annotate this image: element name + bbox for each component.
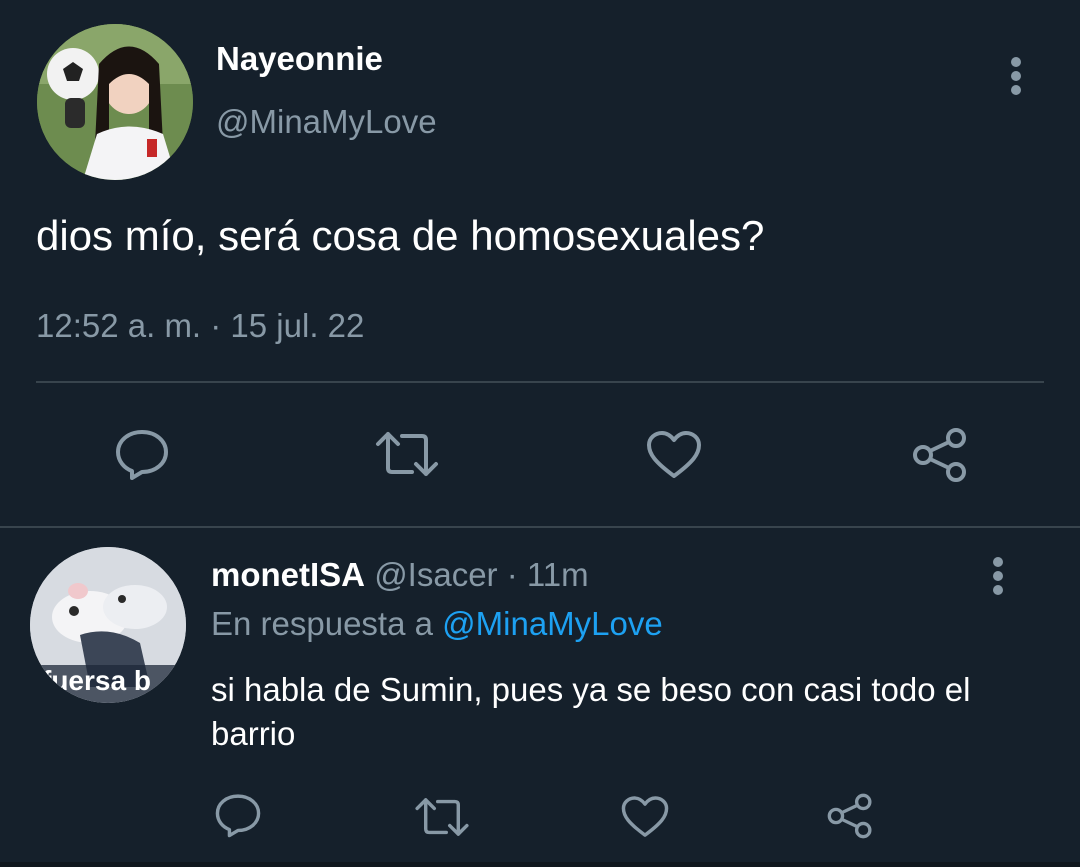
reply-author-display-name[interactable]: monetISA (211, 556, 365, 593)
more-options-icon[interactable] (986, 556, 1010, 601)
avatar-caption: fuersa b (42, 665, 151, 696)
in-reply-to: En respuesta a @MinaMyLove (211, 605, 663, 643)
tweet-text: dios mío, será cosa de homosexuales? (36, 212, 765, 259)
author-display-name[interactable]: Nayeonnie (216, 40, 383, 78)
retweet-icon[interactable] (412, 796, 472, 838)
reply-to-label: En respuesta a (211, 605, 443, 642)
author-avatar[interactable] (37, 24, 193, 180)
reply-text: si habla de Sumin, pues ya se beso con c… (211, 671, 971, 752)
reply-header: monetISA @Isacer · 11m (211, 556, 589, 594)
reply-age: 11m (526, 556, 589, 593)
reply-to-mention[interactable]: @MinaMyLove (442, 605, 663, 642)
share-icon[interactable] (826, 792, 874, 840)
share-icon[interactable] (911, 426, 969, 484)
author-handle[interactable]: @MinaMyLove (216, 103, 437, 141)
tweet-timestamp[interactable]: 12:52 a. m. · 15 jul. 22 (36, 307, 364, 345)
divider (36, 381, 1044, 383)
section-divider (0, 526, 1080, 528)
reply-icon[interactable] (114, 428, 170, 480)
like-icon[interactable] (620, 795, 670, 839)
avatar-photo (37, 24, 193, 180)
reply-author-handle[interactable]: @Isacer (374, 556, 497, 593)
reply-author-avatar[interactable]: fuersa b (30, 547, 186, 703)
bottom-edge (0, 862, 1080, 867)
retweet-icon[interactable] (372, 430, 442, 478)
reply-icon[interactable] (214, 792, 262, 838)
like-icon[interactable] (645, 430, 703, 480)
more-options-icon[interactable] (1004, 56, 1028, 101)
header-separator: · (497, 556, 527, 593)
